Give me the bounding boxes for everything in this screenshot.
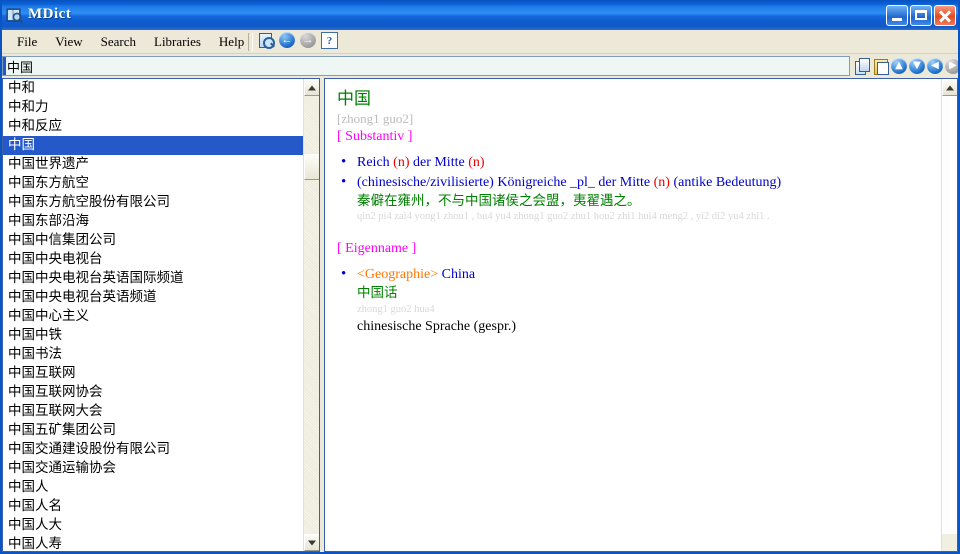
wordlist-item[interactable]: 中国人名 bbox=[3, 497, 305, 516]
search-input[interactable] bbox=[7, 57, 827, 75]
window-title: MDict bbox=[28, 6, 72, 22]
sense-item: (chinesische/zivilisierte) Königreiche _… bbox=[337, 173, 929, 224]
scroll-down-icon[interactable]: ▼ bbox=[909, 57, 926, 75]
sense-fragment: (n) bbox=[393, 155, 410, 170]
wordlist-scroll-thumb[interactable] bbox=[304, 154, 319, 180]
menu-search[interactable]: Search bbox=[92, 32, 145, 52]
article-scroll-up-button[interactable] bbox=[942, 79, 957, 96]
wordlist-item[interactable]: 中国中央电视台英语国际频道 bbox=[3, 269, 305, 288]
article-scroll-track[interactable] bbox=[942, 96, 957, 534]
menu-libraries[interactable]: Libraries bbox=[145, 32, 210, 52]
wordlist-item[interactable]: 中国中信集团公司 bbox=[3, 231, 305, 250]
search-icon[interactable] bbox=[258, 32, 275, 49]
wordlist-item[interactable]: 中国东方航空 bbox=[3, 174, 305, 193]
menu-view[interactable]: View bbox=[46, 32, 91, 52]
sub-entry-german: chinesische Sprache (gespr.) bbox=[357, 319, 516, 334]
history-forward-icon[interactable]: ▶ bbox=[945, 57, 960, 75]
sense-fragment: (n) bbox=[468, 155, 485, 170]
wordlist-item[interactable]: 中国 bbox=[3, 136, 305, 155]
sense-fragment: Reich bbox=[357, 155, 394, 170]
copy-icon[interactable] bbox=[855, 57, 872, 75]
menu-items: File View Search Libraries Help bbox=[8, 30, 253, 54]
wordlist-item[interactable]: 中国互联网 bbox=[3, 364, 305, 383]
search-field-wrapper[interactable] bbox=[2, 56, 850, 76]
sense-text: <Geographie> China bbox=[357, 267, 475, 282]
article-section-tag-0: [ Substantiv ] bbox=[337, 129, 413, 144]
article-content: 中国 [zhong1 guo2] [ Substantiv ] Reich (n… bbox=[325, 79, 941, 551]
wordlist-item[interactable]: 中国中央电视台 bbox=[3, 250, 305, 269]
wordlist[interactable]: 中和 中和力 中和反应 中国 中国世界遗产 中国东方航空 中国东方航空股份有限公司 中国东部沿… bbox=[3, 79, 305, 551]
sense-fragment: (antike Bedeutung) bbox=[669, 175, 782, 190]
sub-entry-pinyin: zhong1 guo2 hua4 bbox=[357, 304, 435, 315]
menu-bar: File View Search Libraries Help ← → ? bbox=[0, 30, 960, 54]
sense-fragment: (n) bbox=[653, 175, 670, 190]
paste-icon[interactable] bbox=[873, 58, 890, 75]
wordlist-item[interactable]: 中国中心主义 bbox=[3, 307, 305, 326]
article-headword: 中国 bbox=[337, 89, 371, 109]
wordlist-item[interactable]: 中国交通建设股份有限公司 bbox=[3, 440, 305, 459]
toolbar-separator bbox=[248, 33, 253, 51]
wordlist-item[interactable]: 中国东部沿海 bbox=[3, 212, 305, 231]
history-back-icon[interactable]: ◀ bbox=[927, 57, 944, 75]
sense-fragment: China bbox=[438, 267, 476, 282]
sense-fragment: <Geographie> bbox=[357, 267, 439, 282]
example-pinyin: qin2 pi4 zai4 yong1 zhou1 , bu4 yu4 zhon… bbox=[357, 211, 770, 222]
sense-item: Reich (n) der Mitte (n) bbox=[337, 153, 929, 172]
sense-list-1: <Geographie> China 中国话 zhong1 guo2 hua4 … bbox=[337, 265, 929, 336]
sense-fragment: (chinesische/zivilisierte) Königreiche _… bbox=[357, 175, 654, 190]
wordlist-item[interactable]: 中国人 bbox=[3, 478, 305, 497]
window-buttons bbox=[886, 5, 956, 26]
wordlist-item[interactable]: 中国东方航空股份有限公司 bbox=[3, 193, 305, 212]
forward-arrow-icon: → bbox=[300, 32, 316, 48]
wordlist-panel: 中和 中和力 中和反应 中国 中国世界遗产 中国东方航空 中国东方航空股份有限公司 中国东部沿… bbox=[2, 78, 320, 552]
help-icon[interactable]: ? bbox=[321, 32, 338, 49]
wordlist-item[interactable]: 中国五矿集团公司 bbox=[3, 421, 305, 440]
wordlist-vscrollbar[interactable] bbox=[303, 79, 319, 551]
wordlist-item[interactable]: 中国交通运输协会 bbox=[3, 459, 305, 478]
sense-text: Reich (n) der Mitte (n) bbox=[357, 155, 485, 170]
article-vscrollbar[interactable] bbox=[941, 79, 957, 551]
wordlist-item[interactable]: 中和力 bbox=[3, 98, 305, 117]
close-button[interactable] bbox=[934, 5, 956, 26]
main-toolbar: ← → ? bbox=[258, 32, 338, 49]
sense-item: <Geographie> China 中国话 zhong1 guo2 hua4 … bbox=[337, 265, 929, 336]
wordlist-item[interactable]: 中国世界遗产 bbox=[3, 155, 305, 174]
wordlist-scroll-up-button[interactable] bbox=[304, 79, 319, 96]
wordlist-item[interactable]: 中国中铁 bbox=[3, 326, 305, 345]
wordlist-item[interactable]: 中国人大 bbox=[3, 516, 305, 535]
back-arrow-icon[interactable]: ← bbox=[279, 32, 295, 48]
wordlist-scroll-down-button[interactable] bbox=[304, 534, 319, 551]
wordlist-item[interactable]: 中国中央电视台英语频道 bbox=[3, 288, 305, 307]
wordlist-item[interactable]: 中和反应 bbox=[3, 117, 305, 136]
search-toolbar: ▲ ▼ ◀ ▶ bbox=[852, 55, 960, 77]
menu-help[interactable]: Help bbox=[210, 32, 253, 52]
maximize-button[interactable] bbox=[910, 5, 932, 26]
text-caret bbox=[3, 57, 6, 75]
search-row: ▲ ▼ ◀ ▶ bbox=[0, 55, 960, 77]
article-panel: 中国 [zhong1 guo2] [ Substantiv ] Reich (n… bbox=[324, 78, 958, 552]
wordlist-item[interactable]: 中国人寿 bbox=[3, 535, 305, 551]
sense-fragment: der Mitte bbox=[409, 155, 469, 170]
wordlist-item[interactable]: 中国书法 bbox=[3, 345, 305, 364]
minimize-button[interactable] bbox=[886, 5, 908, 26]
title-bar: MDict bbox=[0, 0, 960, 30]
dictionary-icon bbox=[6, 7, 23, 24]
wordlist-item[interactable]: 中和 bbox=[3, 79, 305, 98]
sense-text: (chinesische/zivilisierte) Königreiche _… bbox=[357, 175, 781, 190]
sub-entry-chinese: 中国话 bbox=[357, 285, 398, 301]
menu-file[interactable]: File bbox=[8, 32, 46, 52]
example-chinese: 秦僻在雍州，不与中国诸侯之会盟，夷翟遇之。 bbox=[357, 193, 641, 209]
wordlist-item[interactable]: 中国互联网协会 bbox=[3, 383, 305, 402]
sense-list-0: Reich (n) der Mitte (n) (chinesische/ziv… bbox=[337, 153, 929, 224]
wordlist-scroll-track[interactable] bbox=[304, 96, 319, 534]
article-pronunciation: [zhong1 guo2] bbox=[337, 111, 414, 126]
scroll-up-icon[interactable]: ▲ bbox=[891, 57, 908, 75]
mdict-window: MDict File View Search Libraries Help ← bbox=[0, 0, 960, 554]
wordlist-item[interactable]: 中国互联网大会 bbox=[3, 402, 305, 421]
article-section-tag-1: [ Eigenname ] bbox=[337, 241, 417, 256]
